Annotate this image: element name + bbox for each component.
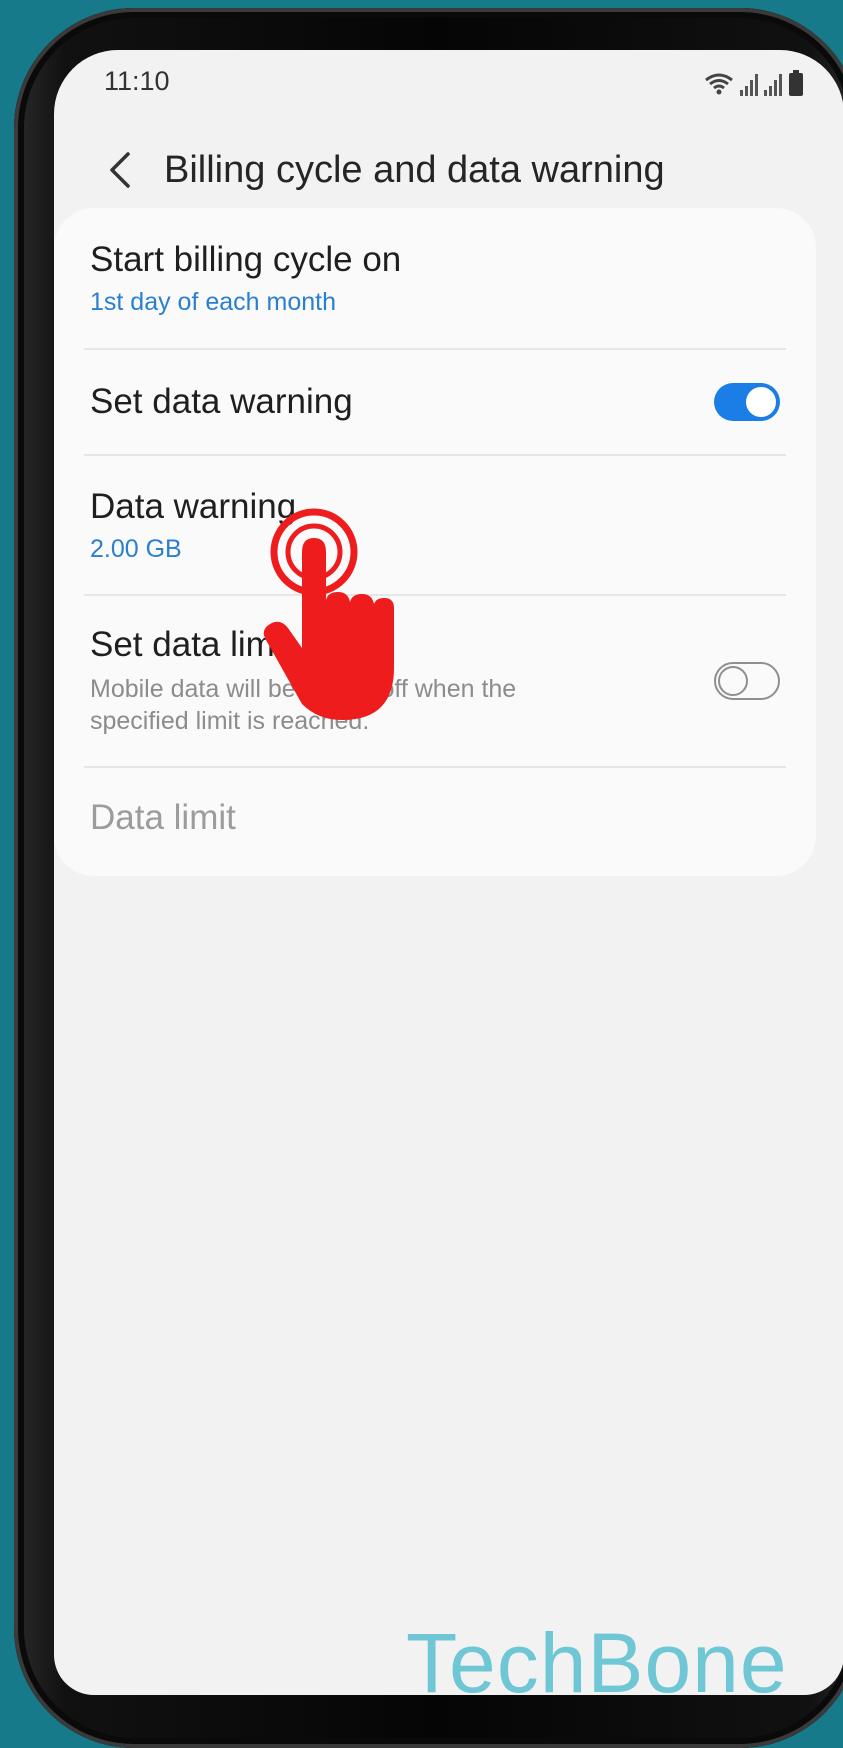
billing-cycle-value: 1st day of each month (90, 287, 336, 316)
status-time: 11:10 (104, 65, 170, 96)
data-warning-value: 2.00 GB (90, 534, 182, 563)
billing-cycle-title: Start billing cycle on (90, 239, 402, 279)
phone-screen: 11:10 Billing cycle and data warning Sta… (54, 50, 843, 1695)
set-data-warning-title: Set data warning (90, 382, 353, 421)
data-limit-title: Data limit (90, 798, 236, 837)
set-data-limit-row[interactable]: Set data limit Mobile data will be turne… (84, 596, 786, 768)
set-data-warning-row[interactable]: Set data warning (84, 350, 786, 456)
chevron-left-icon (110, 152, 130, 188)
data-warning-toggle[interactable] (714, 383, 780, 421)
signal-icon (740, 74, 758, 96)
settings-card: Start billing cycle on 1st day of each m… (54, 208, 816, 876)
signal-icon-2 (764, 74, 782, 96)
app-header: Billing cycle and data warning (54, 120, 843, 220)
set-data-limit-title: Set data limit (90, 625, 293, 664)
page-title: Billing cycle and data warning (164, 148, 665, 191)
data-limit-row: Data limit (84, 768, 786, 868)
status-bar: 11:10 (104, 56, 804, 106)
set-data-limit-description: Mobile data will be turned off when the … (90, 675, 517, 735)
data-warning-title: Data warning (90, 486, 297, 526)
watermark: TechBone (406, 1616, 788, 1710)
battery-icon (788, 70, 804, 96)
billing-cycle-row[interactable]: Start billing cycle on 1st day of each m… (84, 208, 786, 350)
status-icons (704, 66, 804, 96)
data-warning-row[interactable]: Data warning 2.00 GB (84, 456, 786, 596)
data-limit-toggle[interactable] (714, 662, 780, 700)
wifi-icon (704, 72, 734, 96)
back-button[interactable] (90, 140, 150, 200)
